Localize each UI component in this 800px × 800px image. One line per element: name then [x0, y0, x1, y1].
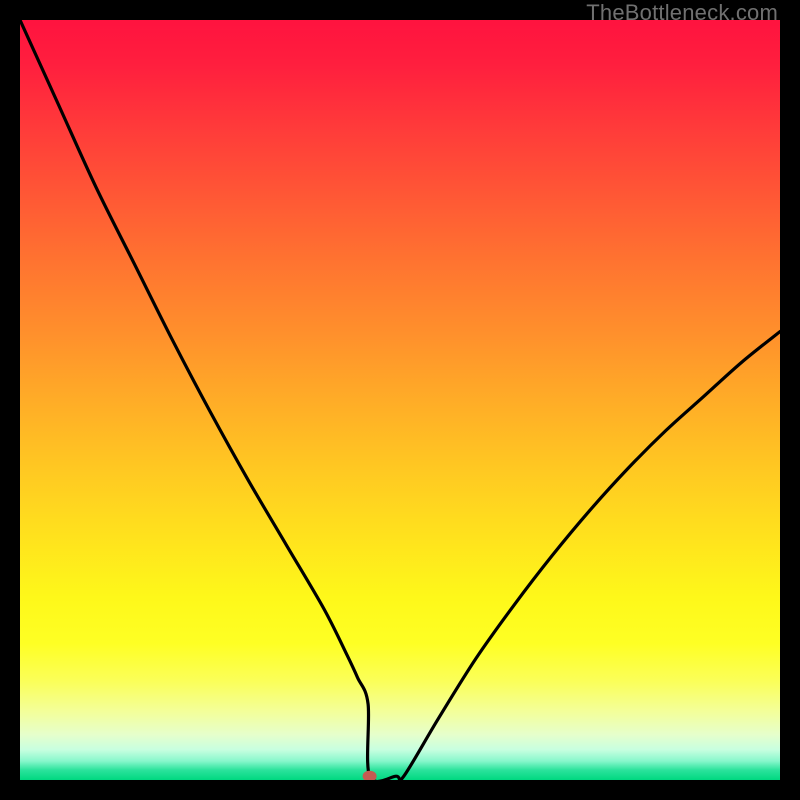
chart-frame: TheBottleneck.com — [0, 0, 800, 800]
curve-layer — [20, 20, 780, 780]
plot-area — [20, 20, 780, 780]
min-marker — [363, 771, 377, 780]
bottleneck-curve — [20, 20, 780, 780]
